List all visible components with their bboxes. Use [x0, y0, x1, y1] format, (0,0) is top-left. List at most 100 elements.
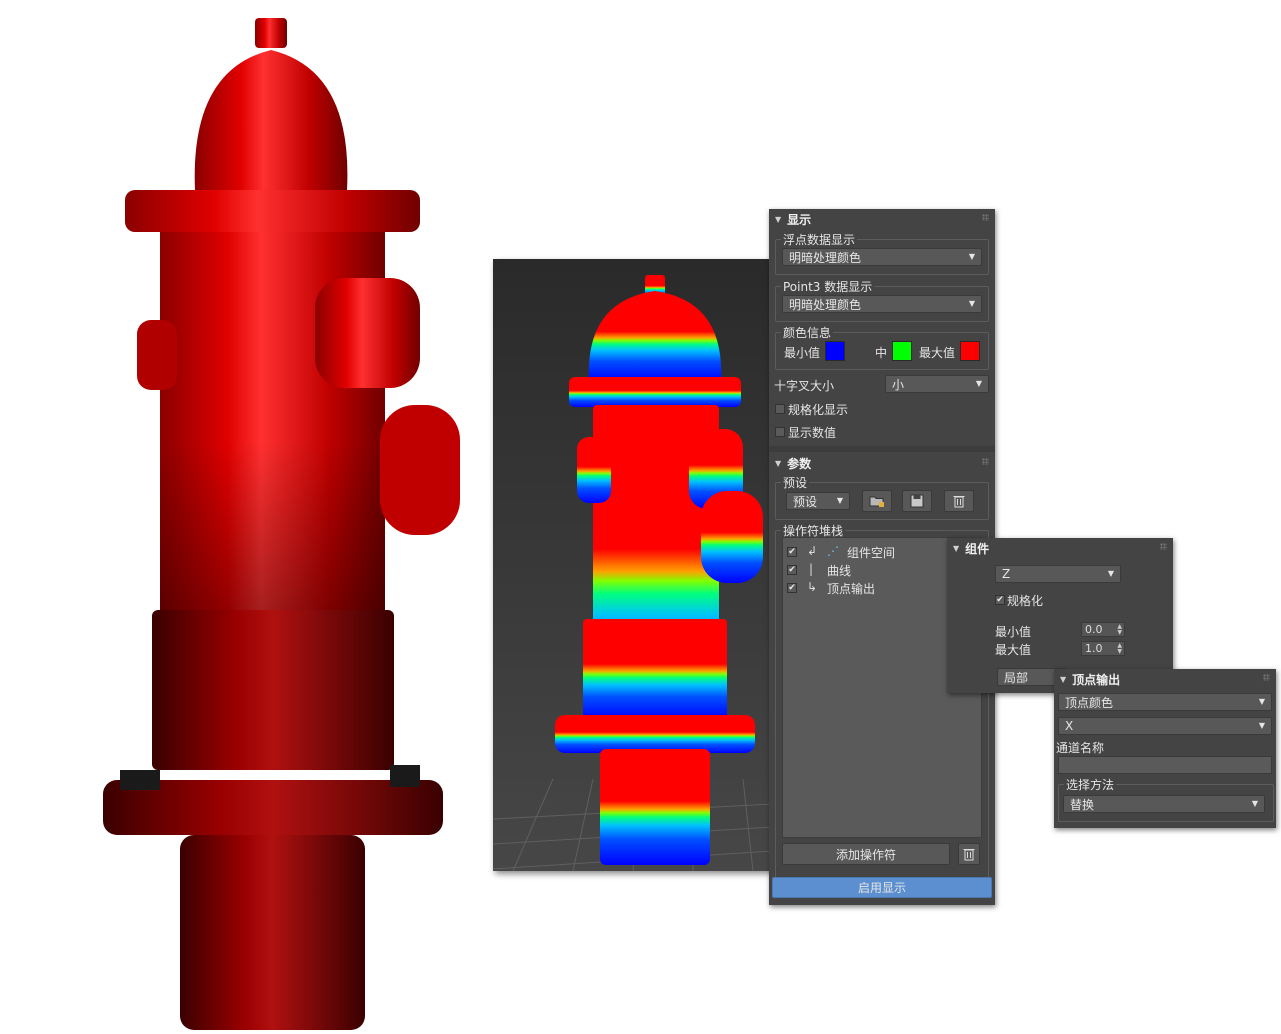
delete-operator-button[interactable]	[958, 843, 980, 865]
channel-value: X	[1065, 719, 1074, 733]
min-value-spinner[interactable]: 0.0 ▲ ▼	[1081, 622, 1125, 637]
cross-size-label: 十字叉大小	[774, 379, 835, 393]
component-rollout-title: 组件	[965, 541, 990, 556]
vertex-output-icon: ↳	[807, 580, 818, 594]
collapse-triangle-icon: ▼	[953, 543, 960, 553]
space-value: 局部	[1004, 670, 1029, 685]
add-operator-label: 添加操作符	[835, 847, 896, 862]
cross-size-value: 小	[892, 377, 905, 392]
channel-name-field[interactable]	[1058, 756, 1272, 774]
spinner-arrows-icon[interactable]: ▲ ▼	[1117, 643, 1122, 655]
cross-size-dropdown[interactable]: 小 ▼	[885, 375, 989, 393]
show-values-label: 显示数值	[788, 426, 837, 440]
mid-color-label: 中	[875, 346, 888, 360]
stack-item-checkbox[interactable]: ✔	[787, 565, 797, 575]
hydrant-render-image	[103, 18, 460, 1030]
float-display-value: 明暗处理颜色	[789, 250, 862, 265]
stack-item-label: 顶点输出	[827, 582, 876, 596]
chevron-down-icon: ▼	[1251, 799, 1258, 808]
stack-item-vertex-output[interactable]: ✔ ↳ 顶点输出	[787, 580, 967, 596]
float-display-label: 浮点数据显示	[781, 231, 858, 248]
collapse-triangle-icon: ▼	[775, 214, 782, 224]
stack-item-checkbox[interactable]: ✔	[787, 547, 797, 557]
channel-name-label: 通道名称	[1056, 741, 1105, 755]
load-preset-button[interactable]	[862, 490, 892, 512]
collapse-triangle-icon: ▼	[1060, 674, 1067, 684]
branch-arrow-icon: ↲	[807, 544, 818, 558]
channel-dropdown[interactable]: X ▼	[1058, 717, 1272, 735]
drag-grip-icon[interactable]	[1263, 674, 1270, 681]
display-rollout-header[interactable]: ▼ 显示	[769, 209, 995, 229]
chevron-down-icon: ▼	[968, 299, 975, 308]
spinner-arrows-icon[interactable]: ▲ ▼	[1117, 624, 1122, 636]
chevron-down-icon: ▼	[1258, 721, 1265, 730]
stack-item-component-space[interactable]: ✔ ↲ ⋰ 组件空间	[787, 544, 967, 560]
delete-preset-button[interactable]	[944, 490, 974, 512]
color-info-group: 颜色信息 最小值 中 最大值	[775, 324, 989, 370]
vertex-output-rollout-title: 顶点输出	[1072, 672, 1121, 687]
normalize-checkbox[interactable]: ✔	[995, 595, 1005, 605]
folder-icon	[869, 496, 884, 507]
color-info-label: 颜色信息	[781, 324, 834, 341]
select-method-group: 选择方法 替换 ▼	[1058, 776, 1274, 822]
point3-display-value: 明暗处理颜色	[789, 297, 862, 312]
rollout-divider	[769, 446, 995, 452]
min-value-label: 最小值	[995, 625, 1032, 639]
save-icon	[910, 494, 924, 508]
point3-display-group: Point3 数据显示 明暗处理颜色 ▼	[775, 278, 989, 322]
select-method-dropdown[interactable]: 替换 ▼	[1063, 795, 1265, 813]
stack-item-curve[interactable]: ✔ | 曲线	[787, 562, 967, 578]
max-value-spinner[interactable]: 1.0 ▲ ▼	[1081, 641, 1125, 656]
stack-item-label: 曲线	[827, 564, 852, 578]
point3-display-label: Point3 数据显示	[781, 278, 875, 295]
curve-icon: |	[809, 562, 814, 576]
params-rollout-header[interactable]: ▼ 参数	[769, 453, 995, 473]
show-values-checkbox[interactable]	[775, 427, 785, 437]
normalize-display-label: 规格化显示	[788, 403, 849, 417]
component-rollout-header[interactable]: ▼ 组件	[947, 538, 1173, 558]
preset-label: 预设	[781, 474, 810, 491]
component-axis-value: Z	[1002, 567, 1011, 581]
drag-grip-icon[interactable]	[1160, 543, 1167, 550]
min-value: 0.0	[1085, 623, 1103, 636]
collapse-triangle-icon: ▼	[775, 458, 782, 468]
select-method-value: 替换	[1070, 797, 1095, 812]
normalize-label: 规格化	[1007, 594, 1044, 608]
max-color-swatch[interactable]	[960, 341, 980, 361]
drag-grip-icon[interactable]	[982, 214, 989, 221]
enable-display-button[interactable]: 启用显示	[772, 877, 992, 898]
min-color-swatch[interactable]	[825, 341, 845, 361]
trash-icon	[963, 849, 975, 861]
float-display-group: 浮点数据显示 明暗处理颜色 ▼	[775, 231, 989, 275]
max-value-label: 最大值	[995, 643, 1032, 657]
chevron-down-icon: ▼	[1258, 697, 1265, 706]
stack-item-label: 组件空间	[847, 546, 896, 560]
normalize-display-checkbox[interactable]	[775, 404, 785, 414]
params-rollout-title: 参数	[787, 456, 812, 471]
preset-value: 预设	[793, 494, 818, 509]
vertex-output-rollout-header[interactable]: ▼ 顶点输出	[1054, 669, 1276, 689]
viewport-scene	[493, 259, 773, 871]
chevron-down-icon: ▼	[975, 379, 982, 388]
max-value: 1.0	[1085, 642, 1103, 655]
chevron-down-icon: ▼	[836, 496, 843, 505]
max-color-label: 最大值	[919, 346, 956, 360]
component-axis-dropdown[interactable]: Z ▼	[995, 565, 1121, 583]
stack-item-checkbox[interactable]: ✔	[787, 583, 797, 593]
output-type-dropdown[interactable]: 顶点颜色 ▼	[1058, 693, 1272, 711]
point3-display-dropdown[interactable]: 明暗处理颜色 ▼	[782, 295, 982, 313]
save-preset-button[interactable]	[902, 490, 932, 512]
output-type-value: 顶点颜色	[1065, 695, 1114, 710]
trash-icon	[953, 496, 965, 508]
drag-grip-icon[interactable]	[982, 458, 989, 465]
viewport[interactable]	[493, 259, 773, 871]
float-display-dropdown[interactable]: 明暗处理颜色 ▼	[782, 248, 982, 266]
enable-display-label: 启用显示	[857, 881, 906, 895]
mid-color-swatch[interactable]	[892, 341, 912, 361]
preset-dropdown[interactable]: 预设 ▼	[786, 492, 850, 510]
component-space-icon: ⋰	[827, 544, 839, 558]
select-method-label: 选择方法	[1064, 776, 1117, 793]
add-operator-button[interactable]: 添加操作符	[782, 843, 950, 865]
chevron-down-icon: ▼	[1107, 569, 1114, 578]
preset-group: 预设 预设 ▼	[775, 474, 989, 520]
